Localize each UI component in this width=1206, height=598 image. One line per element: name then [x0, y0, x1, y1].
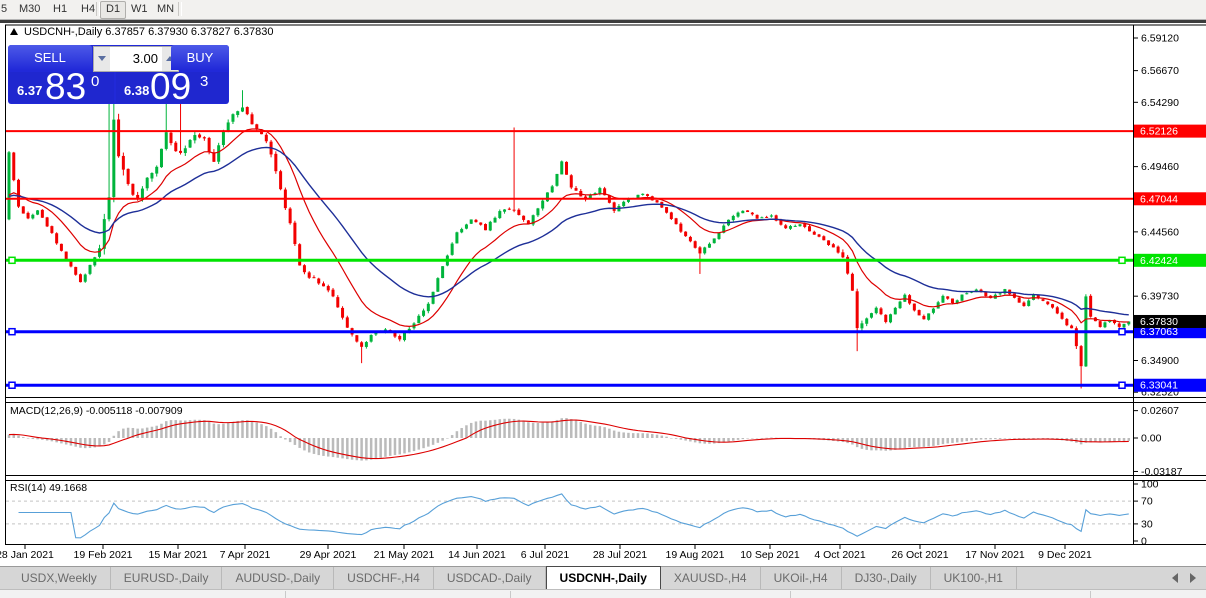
svg-text:6.37063: 6.37063 — [1140, 326, 1178, 338]
svg-text:28 Jul 2021: 28 Jul 2021 — [593, 549, 647, 561]
status-bar-separator — [285, 591, 286, 598]
chart-tab-dj30-daily[interactable]: DJ30-,Daily — [842, 567, 931, 590]
svg-text:14 Jun 2021: 14 Jun 2021 — [448, 549, 506, 561]
chevron-down-icon — [98, 56, 106, 61]
collapse-chart-icon[interactable] — [10, 28, 18, 35]
hline-handle[interactable] — [1118, 327, 1126, 336]
chart-tab-usdcad-daily[interactable]: USDCAD-,Daily — [434, 567, 546, 590]
chart-tab-usdx-weekly[interactable]: USDX,Weekly — [8, 567, 111, 590]
svg-text:6.44560: 6.44560 — [1141, 226, 1179, 238]
svg-text:21 May 2021: 21 May 2021 — [374, 549, 435, 561]
status-bar-separator — [790, 591, 791, 598]
svg-text:7 Apr 2021: 7 Apr 2021 — [220, 549, 271, 561]
svg-text:6.52126: 6.52126 — [1140, 126, 1178, 138]
trading-platform-window: 5 M30 H1 H4 D1 W1 MN 6.59120 6.56670 6.54290 6.49… — [0, 0, 1206, 598]
rsi-label: RSI(14) 49.1668 — [10, 482, 88, 494]
chart-tab-bar: USDX,Weekly EURUSD-,Daily AUDUSD-,Daily USD… — [0, 566, 1206, 590]
svg-text:6.59120: 6.59120 — [1141, 33, 1179, 45]
svg-text:6 Jul 2021: 6 Jul 2021 — [521, 549, 570, 561]
svg-text:26 Oct 2021: 26 Oct 2021 — [891, 549, 948, 561]
chart-title: USDCNH-,Daily 6.37857 6.37930 6.37827 6.… — [10, 26, 274, 39]
tab-scroll-right-icon[interactable] — [1190, 573, 1196, 583]
chart-tab-eurusd-daily[interactable]: EURUSD-,Daily — [111, 567, 223, 590]
svg-text:-0.03187: -0.03187 — [1141, 466, 1183, 478]
chart-tab-audusd-daily[interactable]: AUDUSD-,Daily — [222, 567, 335, 590]
svg-text:0.00: 0.00 — [1141, 433, 1162, 445]
macd-label: MACD(12,26,9) -0.005118 -0.007909 — [10, 405, 183, 417]
svg-text:6.34900: 6.34900 — [1141, 355, 1179, 367]
svg-text:6.37830: 6.37830 — [1140, 316, 1178, 328]
svg-text:10 Sep 2021: 10 Sep 2021 — [740, 549, 800, 561]
hline-handle[interactable] — [1118, 381, 1126, 389]
sell-price-prefix: 6.37 — [17, 83, 43, 98]
svg-text:6.56670: 6.56670 — [1141, 65, 1179, 77]
svg-text:6.42424: 6.42424 — [1140, 255, 1178, 267]
sell-price-main: 83 — [45, 66, 87, 107]
svg-text:100: 100 — [1141, 479, 1159, 491]
hline-handle[interactable] — [8, 327, 16, 336]
buy-price-box[interactable]: 6.38 09 3 — [116, 66, 228, 107]
tab-scroll-left-icon[interactable] — [1172, 573, 1178, 583]
buy-price-pip: 3 — [200, 73, 209, 90]
hline-handle[interactable] — [1118, 256, 1126, 265]
buy-price-main: 09 — [150, 66, 192, 107]
svg-text:6.33041: 6.33041 — [1140, 380, 1178, 392]
sell-price-box[interactable]: 6.37 83 0 — [9, 66, 114, 107]
svg-text:6.39730: 6.39730 — [1141, 291, 1179, 303]
one-click-trade-panel: SELL 3.00 BUY 6.37 83 0 6.38 09 3 — [8, 45, 229, 107]
chart-tab-uk100-h1[interactable]: UK100-,H1 — [931, 567, 1017, 590]
status-bar-separator — [510, 591, 511, 598]
svg-text:17 Nov 2021: 17 Nov 2021 — [965, 549, 1025, 561]
svg-text:6.47044: 6.47044 — [1140, 193, 1178, 205]
volume-decrease-button[interactable] — [94, 47, 110, 71]
svg-text:19 Aug 2021: 19 Aug 2021 — [666, 549, 725, 561]
svg-text:29 Apr 2021: 29 Apr 2021 — [300, 549, 357, 561]
chart-tab-xauusd-h4[interactable]: XAUUSD-,H4 — [661, 567, 761, 590]
svg-text:4 Oct 2021: 4 Oct 2021 — [814, 549, 866, 561]
svg-text:9 Dec 2021: 9 Dec 2021 — [1038, 549, 1092, 561]
svg-text:70: 70 — [1141, 496, 1153, 508]
status-bar-separator — [1090, 591, 1091, 598]
svg-text:28 Jan 2021: 28 Jan 2021 — [0, 549, 54, 561]
svg-text:0.02607: 0.02607 — [1141, 405, 1179, 417]
svg-text:6.54290: 6.54290 — [1141, 97, 1179, 109]
sell-price-pip: 0 — [91, 73, 100, 90]
svg-text:30: 30 — [1141, 518, 1153, 530]
buy-price-prefix: 6.38 — [124, 83, 150, 98]
chart-tab-usdcnh-daily[interactable]: USDCNH-,Daily — [545, 566, 661, 590]
hline-handle[interactable] — [8, 381, 16, 389]
svg-text:0: 0 — [1141, 536, 1147, 548]
status-bar — [0, 589, 1206, 598]
symbol-ohlc-text: USDCNH-,Daily 6.37857 6.37930 6.37827 6.… — [24, 26, 274, 38]
svg-text:19 Feb 2021: 19 Feb 2021 — [74, 549, 133, 561]
svg-text:15 Mar 2021: 15 Mar 2021 — [149, 549, 208, 561]
svg-text:6.49460: 6.49460 — [1141, 161, 1179, 173]
chart-tab-usdchf-h4[interactable]: USDCHF-,H4 — [334, 567, 434, 590]
hline-handle[interactable] — [8, 256, 16, 265]
chart-tab-ukoil-h4[interactable]: UKOil-,H4 — [761, 567, 842, 590]
